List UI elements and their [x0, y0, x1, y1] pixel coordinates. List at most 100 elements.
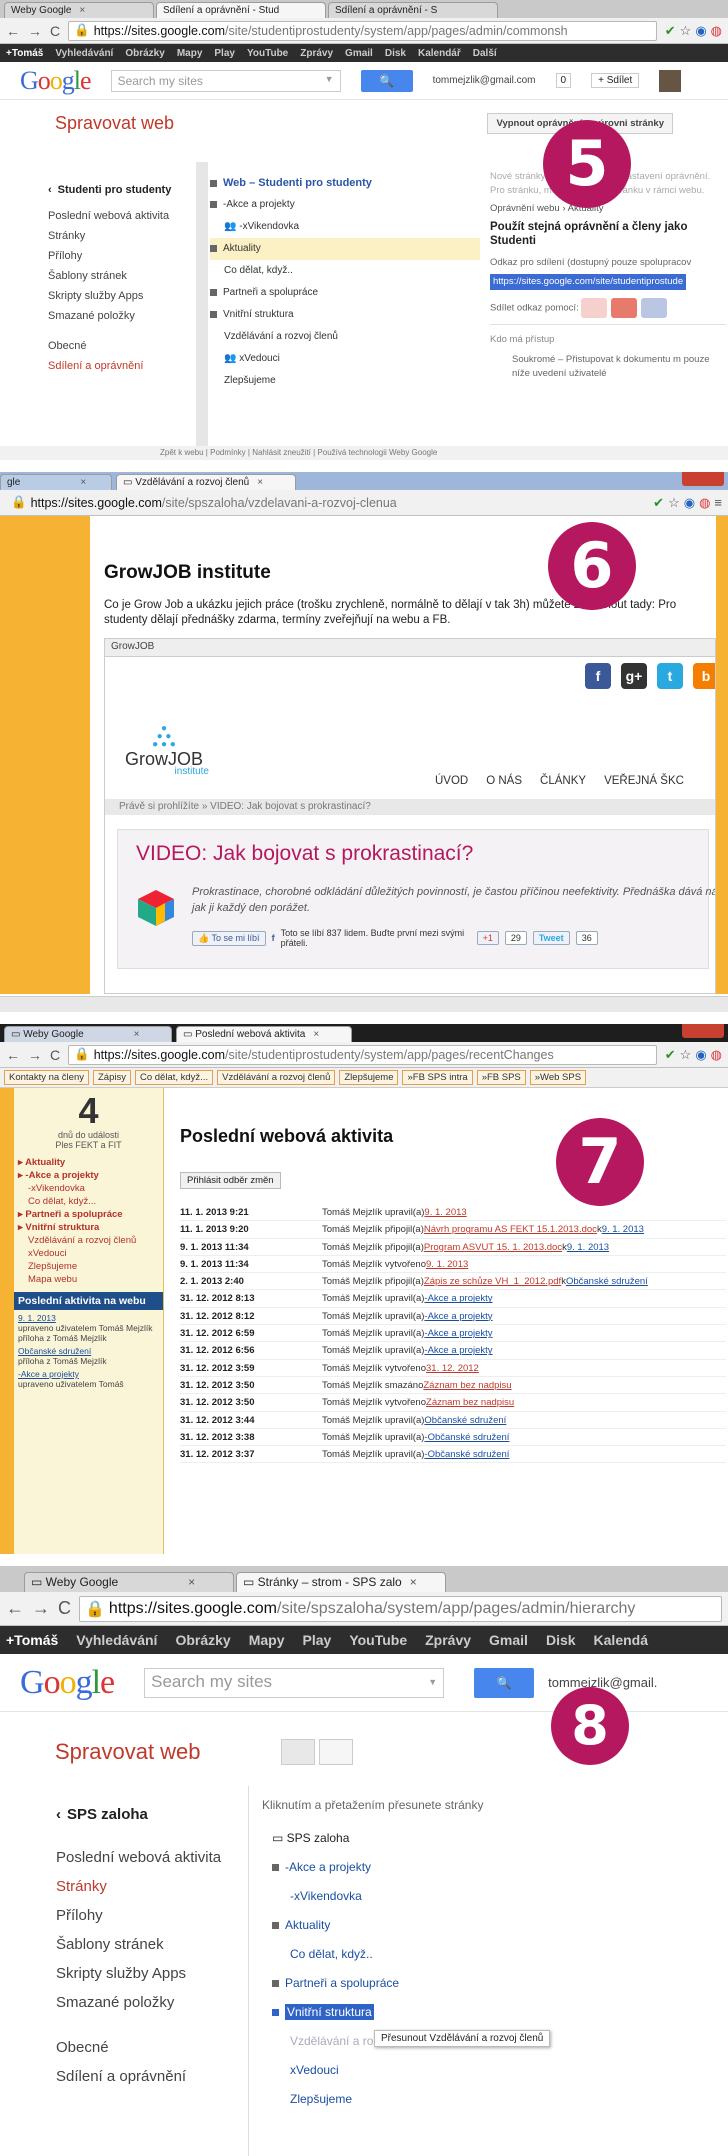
search-button[interactable]: 🔍: [360, 69, 413, 92]
tree-item[interactable]: Co dělat, když..: [272, 1940, 712, 1969]
row-link[interactable]: 9. 1. 2013: [424, 1204, 466, 1220]
tree-item[interactable]: -xVikendovka: [272, 1882, 712, 1911]
browser-tab[interactable]: ▭ Weby Google ×: [4, 1026, 172, 1042]
google-logo[interactable]: Google: [20, 1664, 115, 1702]
sidebar-item-pages[interactable]: Stránky: [56, 1870, 236, 1899]
share-link-field[interactable]: https://sites.google.com/site/studentipr…: [490, 274, 687, 290]
tweet-button[interactable]: Tweet: [532, 931, 570, 945]
gbar-item[interactable]: +Tomáš: [6, 1632, 58, 1648]
nav-item[interactable]: xVedouci: [18, 1247, 159, 1260]
tree-item[interactable]: xVedouci: [272, 2056, 712, 2085]
google-plus-icon[interactable]: g+: [621, 663, 647, 689]
gbar-item[interactable]: Disk: [546, 1632, 576, 1648]
sidebar-item-general[interactable]: Obecné: [56, 2035, 236, 2060]
tree-item-selected[interactable]: Vnitřní struktura: [272, 1998, 712, 2027]
row-link[interactable]: -Akce a projekty: [424, 1290, 492, 1306]
gmail-icon[interactable]: [581, 298, 608, 318]
google-plus-icon[interactable]: [611, 298, 638, 318]
tree-item[interactable]: Zlepšujeme: [272, 2085, 712, 2114]
growjob-logo[interactable]: ● ● ● ● ● ● GrowJOB institute: [119, 724, 209, 778]
star-icon[interactable]: ☆: [668, 495, 680, 511]
window-controls[interactable]: [682, 1024, 724, 1038]
gbar-item[interactable]: Kalendá: [594, 1632, 648, 1648]
row-target-link[interactable]: Občanské sdružení: [566, 1273, 648, 1289]
star-icon[interactable]: ☆: [680, 23, 692, 39]
url-input[interactable]: 🔒 https://sites.google.com/site/studentip…: [68, 1044, 657, 1065]
extension-icon[interactable]: ◉: [695, 1047, 706, 1063]
check-icon[interactable]: ✔: [653, 495, 664, 511]
opera-icon[interactable]: ◍: [711, 23, 722, 39]
horizontal-scrollbar[interactable]: [0, 996, 728, 1012]
nav-item[interactable]: Zlepšujeme: [18, 1260, 159, 1273]
nav-item[interactable]: Mapa webu: [18, 1273, 159, 1286]
activity-link[interactable]: 9. 1. 2013: [18, 1313, 56, 1323]
close-icon[interactable]: ×: [257, 477, 263, 488]
gbar-item[interactable]: Mapy: [249, 1632, 285, 1648]
browser-tab[interactable]: ▭ Stránky – strom - SPS zalo ×: [236, 1572, 446, 1592]
sidebar-item-deleted[interactable]: Smazané položky: [48, 306, 198, 326]
gbar-item[interactable]: Kalendář: [418, 48, 461, 59]
close-icon[interactable]: ×: [410, 1575, 417, 1589]
sidebar-item-attachments[interactable]: Přílohy: [56, 1899, 236, 1928]
check-icon[interactable]: ✔: [665, 23, 676, 39]
nav-item[interactable]: ▸ Vnitřní struktura: [18, 1221, 159, 1234]
browser-tab[interactable]: ▭ Weby Google ×: [24, 1572, 234, 1592]
google-logo[interactable]: Google: [20, 66, 92, 96]
forward-icon[interactable]: →: [28, 23, 42, 39]
opera-icon[interactable]: ◍: [711, 1047, 722, 1063]
forward-icon[interactable]: →: [32, 1598, 50, 1619]
browser-tab[interactable]: gle ×: [0, 474, 112, 490]
sidebar-item-pages[interactable]: Stránky: [48, 226, 198, 246]
row-link[interactable]: -Občanské sdružení: [424, 1446, 509, 1462]
browser-tab[interactable]: ▭ Poslední webová aktivita ×: [176, 1026, 352, 1042]
sidebar-site-name[interactable]: ‹ Studenti pro studenty: [48, 180, 198, 200]
sidebar-site-name[interactable]: ‹ SPS zaloha: [56, 1802, 236, 1827]
reload-icon[interactable]: C: [50, 23, 60, 39]
tree-item[interactable]: 👥 xVedouci: [210, 348, 480, 370]
menu-icon[interactable]: ≡: [714, 495, 722, 511]
gplus-button[interactable]: +1: [476, 931, 499, 945]
nav-item[interactable]: ČLÁNKY: [540, 775, 586, 787]
opera-icon[interactable]: ◍: [699, 495, 710, 511]
check-icon[interactable]: ✔: [665, 1047, 676, 1063]
gbar-item[interactable]: Mapy: [177, 48, 203, 59]
row-link[interactable]: Program ASVUT 15. 1. 2013.doc: [424, 1239, 562, 1255]
tree-item[interactable]: Vnitřní struktura: [210, 304, 480, 326]
bookmark-item[interactable]: Co dělat, když...: [134, 1070, 214, 1085]
tree-item[interactable]: Zlepšujeme: [210, 370, 480, 392]
list-view-icon[interactable]: [318, 1739, 353, 1765]
row-link[interactable]: 9. 1. 2013: [426, 1256, 468, 1272]
nav-item[interactable]: ÚVOD: [435, 775, 468, 787]
tree-item[interactable]: Co dělat, když..: [210, 260, 480, 282]
avatar[interactable]: [659, 69, 682, 92]
sidebar-item-recent-activity[interactable]: Poslední webová aktivita: [56, 1845, 236, 1870]
nav-item[interactable]: ▸ -Akce a projekty: [18, 1169, 159, 1182]
activity-link[interactable]: -Akce a projekty: [18, 1369, 79, 1379]
gbar-item[interactable]: YouTube: [247, 48, 288, 59]
row-link[interactable]: Návrh programu AS FEKT 15.1.2013.doc: [424, 1221, 597, 1237]
bookmark-item[interactable]: »FB SPS: [476, 1070, 526, 1085]
gbar-item[interactable]: YouTube: [349, 1632, 407, 1648]
bookmark-item[interactable]: Kontakty na členy: [4, 1070, 89, 1085]
facebook-icon[interactable]: f: [585, 663, 611, 689]
gbar-item[interactable]: Disk: [385, 48, 406, 59]
close-icon[interactable]: ×: [134, 1029, 140, 1040]
reload-icon[interactable]: C: [58, 1598, 71, 1619]
notification-count[interactable]: 0: [555, 73, 572, 88]
gbar-item[interactable]: Obrázky: [125, 48, 164, 59]
tree-item[interactable]: Vzdělávání a rozvoj členů: [210, 326, 480, 348]
tree-item[interactable]: -Akce a projekty: [272, 1853, 712, 1882]
sidebar-item-general[interactable]: Obecné: [48, 336, 198, 356]
extension-icon[interactable]: ◉: [684, 495, 695, 511]
twitter-icon[interactable]: t: [657, 663, 683, 689]
search-input[interactable]: Search my sites ▼: [144, 1667, 445, 1698]
gbar-item[interactable]: Zprávy: [425, 1632, 471, 1648]
gbar-item[interactable]: Gmail: [345, 48, 373, 59]
reload-icon[interactable]: C: [50, 1047, 60, 1063]
back-icon[interactable]: ←: [6, 1047, 20, 1063]
tree-item[interactable]: -Akce a projekty: [210, 194, 480, 216]
url-input[interactable]: 🔒 https://sites.google.com/site/spszaloha…: [6, 493, 645, 513]
row-target-link[interactable]: 9. 1. 2013: [602, 1221, 644, 1237]
blogger-icon[interactable]: b: [693, 663, 715, 689]
row-link[interactable]: -Akce a projekty: [424, 1325, 492, 1341]
